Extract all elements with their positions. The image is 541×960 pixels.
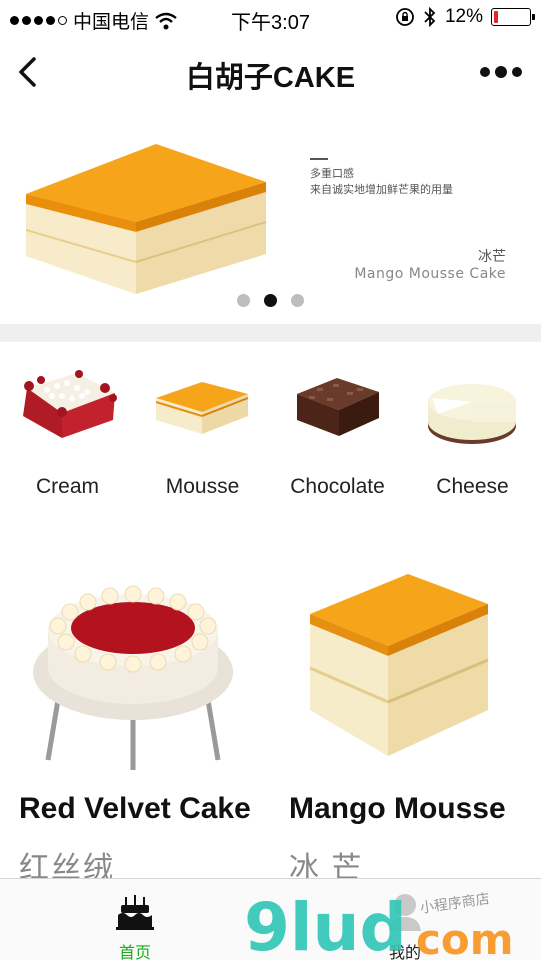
- cheese-cake-icon: [428, 384, 516, 444]
- user-icon: [389, 894, 421, 931]
- category-label: Mousse: [165, 475, 240, 498]
- page-title: 白胡子CAKE: [185, 62, 356, 94]
- banner-line-2: 来自诚实地增加鲜芒果的用量: [310, 184, 453, 196]
- tab-label: 我的: [388, 945, 421, 960]
- product-name: Red Velvet Cake: [19, 792, 251, 825]
- category-mousse[interactable]: Mousse: [135, 342, 270, 522]
- product-card[interactable]: Red Velvet Cake 红丝绒: [0, 540, 270, 885]
- status-right: 12%: [395, 6, 535, 28]
- carousel-dot[interactable]: [264, 294, 277, 307]
- category-list: Cream Mousse Chocolate Cheese: [0, 342, 541, 522]
- battery-percent: 12%: [444, 6, 483, 27]
- banner-name-en: Mango Mousse Cake: [354, 266, 506, 282]
- product-name: Mango Mousse: [289, 792, 506, 825]
- orientation-lock-icon: [396, 8, 414, 26]
- cream-cake-icon: [23, 370, 117, 438]
- divider: [310, 158, 328, 160]
- mango-mousse-image: [309, 574, 489, 756]
- carousel-indicator[interactable]: [0, 294, 541, 307]
- chocolate-cake-icon: [297, 378, 379, 436]
- red-velvet-cake-image: [33, 585, 233, 770]
- battery-level: [494, 11, 499, 23]
- mango-mousse-banner-image: [26, 144, 267, 294]
- nav-bar: 白胡子CAKE: [0, 36, 541, 108]
- category-label: Cream: [35, 475, 99, 498]
- section-divider: [0, 324, 541, 342]
- carousel-dot[interactable]: [237, 294, 250, 307]
- banner-name-zh: 冰芒: [478, 248, 506, 264]
- category-label: Chocolate: [290, 475, 385, 498]
- more-dots-icon[interactable]: [479, 62, 523, 82]
- category-label: Cheese: [436, 475, 509, 498]
- banner-product-name: 冰芒 Mango Mousse Cake: [354, 246, 506, 282]
- bluetooth-icon: [424, 7, 436, 27]
- banner-tagline: 多重口感 来自诚实地增加鲜芒果的用量: [310, 158, 510, 198]
- tab-mine[interactable]: 我的: [345, 879, 465, 960]
- carousel-dot[interactable]: [291, 294, 304, 307]
- category-cheese[interactable]: Cheese: [405, 342, 540, 522]
- banner-line-1: 多重口感: [310, 168, 354, 180]
- tab-label: 首页: [118, 945, 151, 960]
- banner-carousel[interactable]: 多重口感 来自诚实地增加鲜芒果的用量 冰芒 Mango Mousse Cake: [0, 108, 541, 324]
- product-list: Red Velvet Cake 红丝绒 Mango Mousse 冰 芒: [0, 540, 541, 885]
- mousse-cake-icon: [155, 382, 249, 434]
- tab-bar: 首页 我的: [0, 878, 541, 960]
- tab-home[interactable]: 首页: [75, 879, 195, 960]
- category-cream[interactable]: Cream: [0, 342, 135, 522]
- product-card[interactable]: Mango Mousse 冰 芒: [270, 540, 540, 885]
- battery-icon: [491, 8, 535, 26]
- status-bar: 中国电信 下午3:07 12%: [0, 0, 541, 36]
- category-chocolate[interactable]: Chocolate: [270, 342, 405, 522]
- cake-icon: [116, 895, 154, 930]
